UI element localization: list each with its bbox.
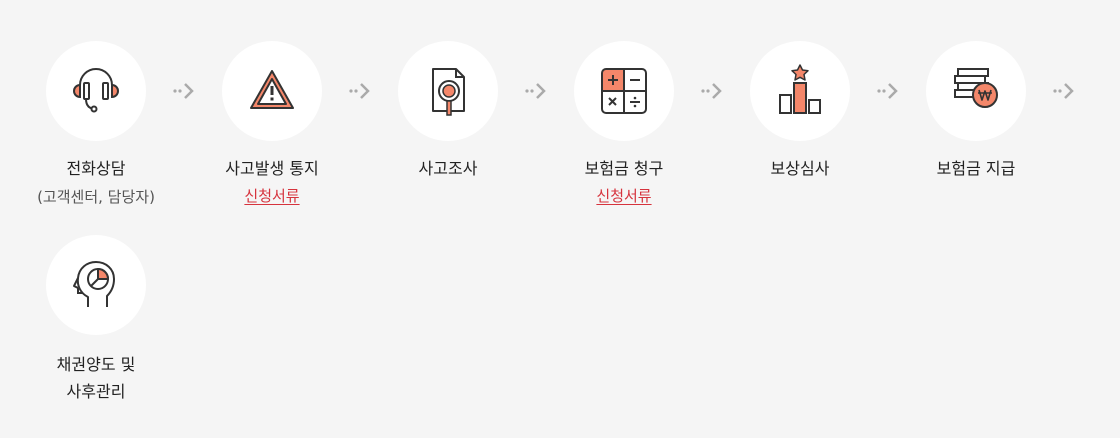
step-subtitle: (고객센터, 담당자) <box>37 188 155 206</box>
step-icon-circle <box>222 41 322 141</box>
step-title: 보험금 지급 <box>936 159 1016 178</box>
document-search-icon <box>432 68 465 116</box>
step-title: 전화상담 <box>66 159 126 178</box>
step-accident-investigation: 사고조사 <box>360 41 536 181</box>
step-icon-circle <box>398 41 498 141</box>
step-title-line: 사후관리 <box>66 382 126 401</box>
step-title: 보험금 청구 <box>584 159 664 178</box>
step-title: 사고발생 통지 <box>225 159 319 178</box>
headset-icon <box>73 68 119 113</box>
money-stack-icon <box>954 68 998 108</box>
step-title: 채권양도 및 사후관리 <box>8 351 184 405</box>
step-icon-circle <box>750 41 850 141</box>
step-title: 사고조사 <box>418 159 478 178</box>
warning-icon <box>250 70 294 109</box>
step-title: 보상심사 <box>770 159 830 178</box>
step-insurance-claim: 보험금 청구 신청서류 <box>536 41 712 207</box>
head-chart-icon <box>73 261 115 307</box>
calculator-icon <box>601 68 647 114</box>
chevron-right-icon <box>1053 83 1074 99</box>
step-claim-review: 보상심사 <box>712 41 888 181</box>
step-accident-notice: 사고발생 통지 신청서류 <box>184 41 360 207</box>
step-insurance-payment: 보험금 지급 <box>888 41 1064 181</box>
application-docs-link[interactable]: 신청서류 <box>596 185 651 207</box>
step-claim-transfer: 채권양도 및 사후관리 <box>8 235 184 405</box>
step-phone-consultation: 전화상담 (고객센터, 담당자) <box>8 41 184 209</box>
step-title-line: 채권양도 및 <box>56 355 136 374</box>
step-icon-circle <box>46 235 146 335</box>
step-icon-circle <box>574 41 674 141</box>
step-icon-circle <box>926 41 1026 141</box>
step-icon-circle <box>46 41 146 141</box>
application-docs-link[interactable]: 신청서류 <box>244 185 299 207</box>
bar-chart-star-icon <box>779 64 821 114</box>
